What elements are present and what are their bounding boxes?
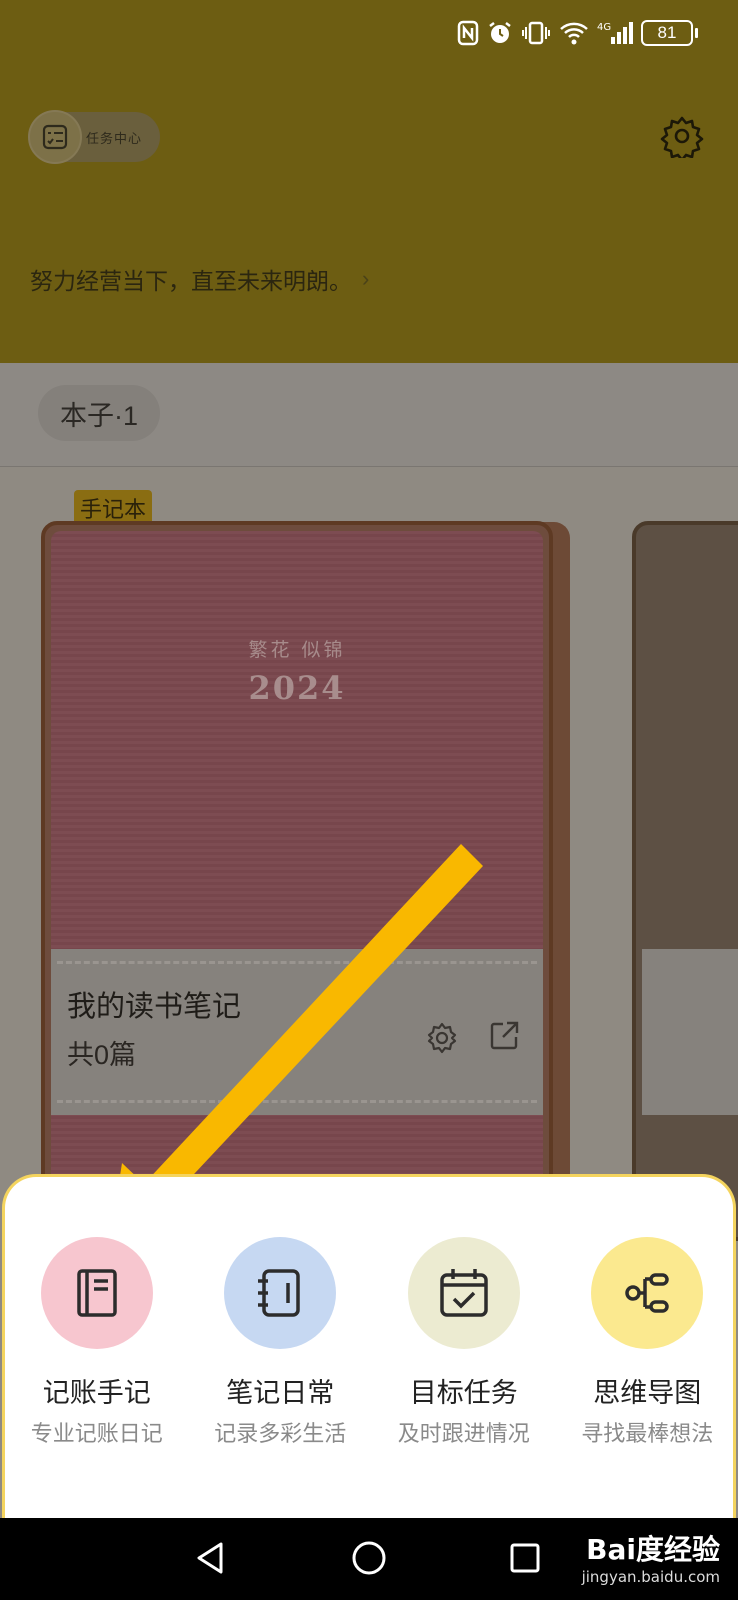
motto-link[interactable]: 努力经营当下，直至未来明朗。 › <box>30 262 369 296</box>
binder-icon <box>224 1237 337 1349</box>
wifi-icon <box>560 22 588 45</box>
notebook-settings-icon[interactable] <box>425 1021 459 1055</box>
home-circle-icon[interactable] <box>349 1538 389 1578</box>
notebook-icon <box>40 1237 153 1349</box>
chevron-right-icon: › <box>362 266 370 291</box>
option-accounting-journal[interactable]: 记账手记 专业记账日记 <box>5 1237 189 1448</box>
status-icons: 4G 81 <box>457 20 698 46</box>
notebook-card[interactable]: 繁花 似锦 2024 我的读书笔记 共0篇 <box>41 521 553 1241</box>
status-bar: 4G 81 <box>0 0 738 72</box>
notebook-label: 我的读书笔记 共0篇 <box>51 949 543 1115</box>
label-dash-top <box>57 961 537 964</box>
option-subtitle: 寻找最棒想法 <box>581 1421 714 1446</box>
option-subtitle: 专业记账日记 <box>30 1421 163 1446</box>
back-triangle-icon[interactable] <box>191 1538 231 1578</box>
notebook-export-icon[interactable] <box>487 1019 521 1053</box>
option-subtitle: 及时跟进情况 <box>397 1421 530 1446</box>
vibrate-icon <box>522 21 550 45</box>
checklist-icon <box>28 110 82 164</box>
nfc-icon <box>457 20 479 46</box>
task-center-button[interactable]: 任务中心 <box>28 110 160 164</box>
cover-subtitle: 繁花 似锦 <box>248 639 346 661</box>
watermark-brand: Bai度经验 <box>586 1533 720 1566</box>
notebook-cover: 繁花 似锦 2024 <box>51 531 543 1237</box>
tab-strip: 本子·1 <box>0 363 738 467</box>
task-center-label: 任务中心 <box>86 130 143 146</box>
battery-indicator: 81 <box>641 20 693 46</box>
settings-gear-icon[interactable] <box>660 114 704 158</box>
recents-square-icon[interactable] <box>505 1538 545 1578</box>
notebook-count: 共0篇 <box>67 1040 137 1070</box>
option-title: 记账手记 <box>42 1378 151 1408</box>
alarm-icon <box>489 22 511 43</box>
motto-text: 努力经营当下，直至未来明朗。 <box>30 268 352 294</box>
label-dash-bottom <box>57 1100 537 1103</box>
option-daily-notes[interactable]: 笔记日常 记录多彩生活 <box>189 1237 373 1448</box>
header: 4G 81 任务中心 努力经营当下，直至未来明朗。 › <box>0 0 738 363</box>
option-title: 目标任务 <box>409 1378 518 1408</box>
notebook-card-partial[interactable] <box>632 521 738 1241</box>
mindmap-icon <box>591 1237 704 1349</box>
option-title: 笔记日常 <box>226 1378 335 1408</box>
watermark-url: jingyan.baidu.com <box>581 1568 720 1586</box>
calendar-check-icon <box>407 1237 520 1349</box>
option-mind-map[interactable]: 思维导图 寻找最棒想法 <box>556 1237 738 1448</box>
battery-tip <box>695 28 698 38</box>
svg-text:4G: 4G <box>597 22 611 33</box>
cover-year: 2024 <box>248 669 346 707</box>
system-nav-bar: Bai度经验 jingyan.baidu.com <box>0 1518 738 1600</box>
cellular-4g-icon: 4G <box>597 22 633 44</box>
notebook-label-partial <box>642 949 738 1115</box>
create-sheet: 记账手记 专业记账日记 笔记日常 记录多彩生活 目标任务 及时跟进情况 思维导图… <box>2 1174 736 1518</box>
notebook-title: 我的读书笔记 <box>67 991 242 1023</box>
option-title: 思维导图 <box>593 1378 702 1408</box>
option-goal-tasks[interactable]: 目标任务 及时跟进情况 <box>372 1237 556 1448</box>
option-subtitle: 记录多彩生活 <box>214 1421 347 1446</box>
tab-notebooks[interactable]: 本子·1 <box>38 385 161 441</box>
create-options: 记账手记 专业记账日记 笔记日常 记录多彩生活 目标任务 及时跟进情况 思维导图… <box>5 1237 738 1448</box>
